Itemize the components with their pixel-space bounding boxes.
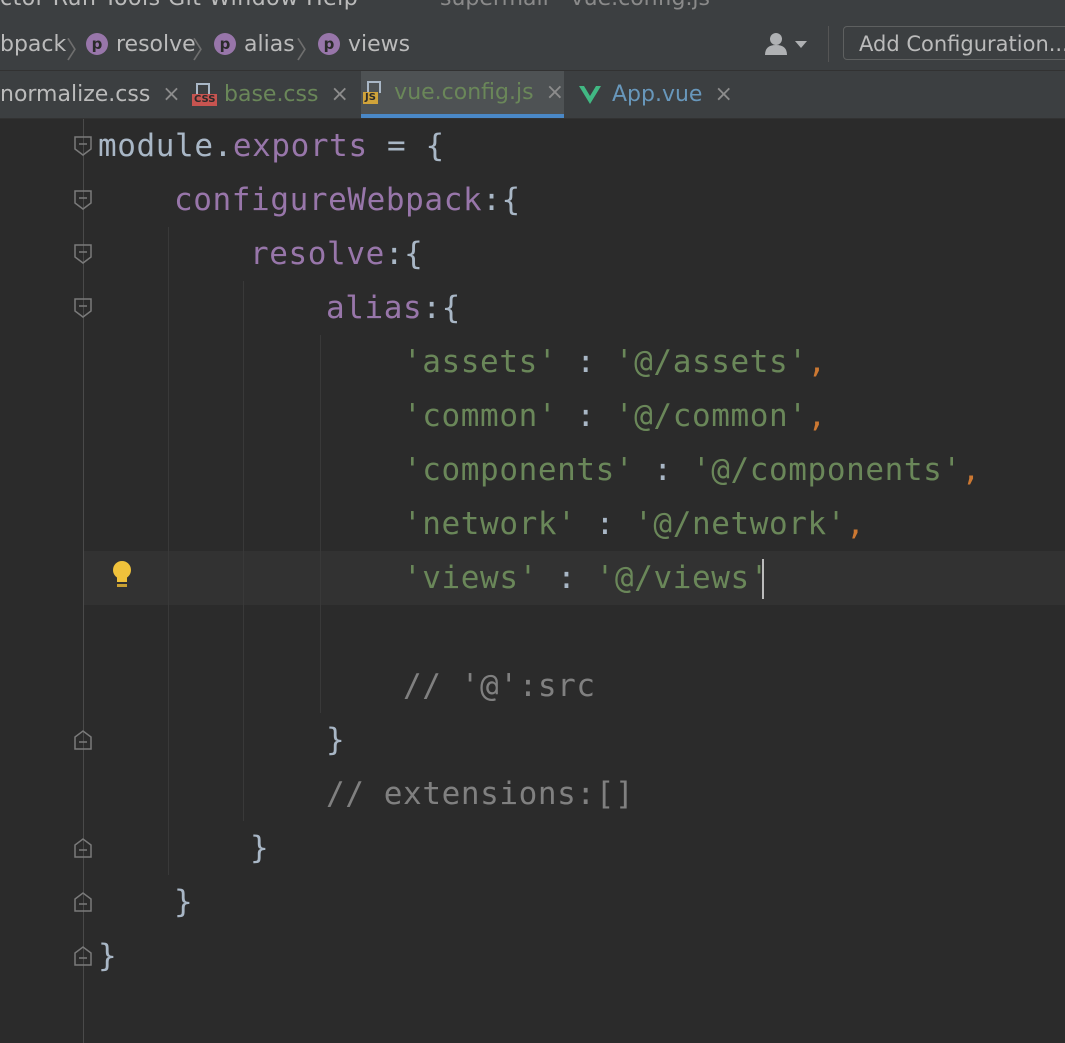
add-configuration-button[interactable]: Add Configuration... bbox=[843, 26, 1065, 60]
chevron-down-icon bbox=[795, 41, 807, 48]
breadcrumb-item-webpack[interactable]: bpack bbox=[0, 18, 66, 70]
code-line-15: } bbox=[174, 884, 194, 920]
js-file-icon: JS bbox=[363, 80, 384, 105]
code-line-3: resolve:{ bbox=[250, 236, 424, 272]
code-line-13: // extensions:[] bbox=[326, 776, 635, 812]
code-line-11: // '@':src bbox=[403, 668, 596, 704]
css-file-icon: CSS bbox=[192, 82, 218, 107]
code-line-12: } bbox=[326, 722, 346, 758]
fold-end-icon[interactable] bbox=[72, 729, 94, 751]
tab-label: vue.config.js bbox=[394, 80, 534, 105]
breadcrumb-separator-icon: 〉 bbox=[192, 36, 216, 64]
breadcrumb-item-alias[interactable]: p alias bbox=[214, 18, 295, 70]
breadcrumb-item-views[interactable]: p views bbox=[318, 18, 410, 70]
toolbar-divider bbox=[828, 26, 829, 62]
fold-end-icon[interactable] bbox=[72, 945, 94, 967]
menu-items[interactable]: ctor Run Tools Git Window Help bbox=[0, 0, 358, 11]
breadcrumb-item-resolve[interactable]: p resolve bbox=[86, 18, 196, 70]
breadcrumb-label: alias bbox=[244, 31, 295, 57]
lightbulb-icon[interactable] bbox=[111, 560, 133, 590]
close-icon[interactable]: × bbox=[714, 82, 732, 107]
tab-base-css[interactable]: CSS base.css × bbox=[192, 71, 352, 118]
indent-guide bbox=[243, 281, 244, 821]
code-line-2: configureWebpack:{ bbox=[174, 182, 521, 218]
user-icon bbox=[765, 33, 807, 55]
fold-icon[interactable] bbox=[72, 189, 94, 211]
code-line-16: } bbox=[98, 938, 118, 974]
tab-label: normalize.css bbox=[0, 82, 151, 107]
breadcrumb-label: resolve bbox=[116, 31, 196, 57]
indent-guide bbox=[320, 335, 321, 713]
vcs-user-button[interactable] bbox=[764, 30, 814, 58]
navigation-bar: bpack 〉 p resolve 〉 p alias 〉 p views Ad… bbox=[0, 18, 1065, 71]
code-line-14: } bbox=[250, 830, 270, 866]
property-icon: p bbox=[318, 33, 340, 55]
editor-tab-bar: normalize.css × CSS base.css × JS vue.co… bbox=[0, 71, 1065, 119]
code-line-1: module.exports = { bbox=[98, 128, 445, 164]
code-line-8: 'network' : '@/network', bbox=[403, 506, 866, 542]
indent-guide bbox=[168, 227, 169, 875]
menu-bar: ctor Run Tools Git Window Help supermall… bbox=[0, 0, 1065, 18]
property-icon: p bbox=[214, 33, 236, 55]
code-editor[interactable]: module.exports = { configureWebpack:{ re… bbox=[0, 119, 1065, 1043]
fold-icon[interactable] bbox=[72, 297, 94, 319]
tab-vue-config-js[interactable]: JS vue.config.js × bbox=[361, 71, 564, 118]
fold-end-icon[interactable] bbox=[72, 891, 94, 913]
text-caret bbox=[762, 559, 764, 599]
code-line-4: alias:{ bbox=[326, 290, 461, 326]
tab-app-vue[interactable]: App.vue × bbox=[578, 71, 738, 118]
tab-label: base.css bbox=[224, 82, 319, 107]
breadcrumb-label: bpack bbox=[0, 31, 67, 57]
code-line-9: 'views' : '@/views' bbox=[403, 560, 770, 596]
code-line-7: 'components' : '@/components', bbox=[403, 452, 981, 488]
close-icon[interactable]: × bbox=[546, 80, 564, 105]
breadcrumb-label: views bbox=[348, 31, 411, 57]
fold-end-icon[interactable] bbox=[72, 837, 94, 859]
code-line-6: 'common' : '@/common', bbox=[403, 398, 827, 434]
vue-file-icon bbox=[579, 85, 601, 104]
code-line-5: 'assets' : '@/assets', bbox=[403, 344, 827, 380]
fold-icon[interactable] bbox=[72, 243, 94, 265]
property-icon: p bbox=[86, 33, 108, 55]
fold-icon[interactable] bbox=[72, 135, 94, 157]
close-icon[interactable]: × bbox=[330, 82, 348, 107]
tab-label: App.vue bbox=[612, 82, 703, 107]
window-title: supermall - vue.config.js bbox=[440, 0, 710, 11]
breadcrumb-separator-icon: 〉 bbox=[296, 36, 320, 64]
tab-normalize-css[interactable]: normalize.css × bbox=[0, 71, 186, 118]
close-icon[interactable]: × bbox=[162, 82, 180, 107]
